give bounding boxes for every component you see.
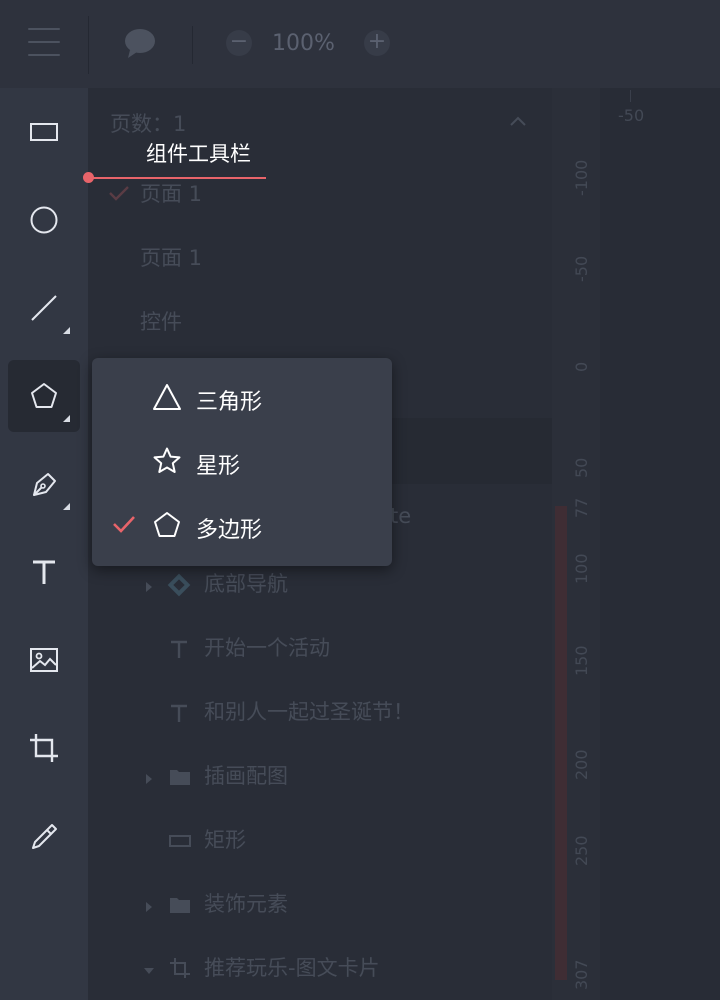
check-icon [109,186,129,201]
artboard-icon [170,958,190,978]
text-layer-icon [171,640,187,658]
tooltip-pointer-line [88,177,266,179]
ruler-label: 100 [572,553,591,584]
ruler-label: 250 [572,835,591,866]
eyedropper-tool[interactable] [8,800,80,872]
submenu-indicator [63,415,70,422]
polygon-tool[interactable] [8,360,80,432]
layer-partial-text: te [390,504,412,528]
pentagon-icon [154,512,180,537]
text-tool[interactable] [8,536,80,608]
crop-icon [30,734,58,762]
ruler-tick [630,90,631,102]
layer-label: 插画配图 [204,764,288,788]
star-icon [153,447,181,473]
ruler-label: -50 [618,106,645,125]
rectangle-tool[interactable] [8,96,80,168]
top-bar: − 100% + [0,0,720,88]
image-tool[interactable] [8,624,80,696]
line-tool[interactable] [8,272,80,344]
zoom-in-button[interactable]: + [364,30,390,56]
rectangle-layer-icon [169,835,191,847]
ellipse-tool[interactable] [8,184,80,256]
section-title: 控件 [140,310,182,334]
dropdown-item-label: 多边形 [196,518,263,543]
dropdown-item-label: 星形 [196,454,241,479]
layer-label: 矩形 [204,828,246,852]
toolbar-tooltip: 组件工具栏 [146,142,251,166]
zoom-level[interactable]: 100% [272,30,348,58]
ruler-label: 0 [572,361,591,372]
comment-icon[interactable] [122,26,160,62]
chevron-down-icon[interactable] [142,966,156,976]
component-icon [167,573,191,597]
check-icon [113,516,135,533]
tooltip-pointer-dot [83,172,94,183]
canvas[interactable] [600,128,720,1000]
pen-icon [33,473,56,496]
horizontal-ruler: -50 [600,88,720,128]
text-icon [33,560,55,584]
dropdown-item-polygon[interactable]: 多边形 [92,494,392,558]
page-item[interactable]: 页面 1 [140,178,202,208]
layer-row[interactable]: 底部导航 [88,566,552,606]
layer-row[interactable]: 插画配图 [88,758,552,798]
submenu-indicator [63,327,70,334]
selection-band [555,506,567,980]
layer-label: 推荐玩乐-图文卡片 [204,956,380,980]
component-toolbar [0,88,88,1000]
layer-label: 和别人一起过圣诞节！ [204,700,414,724]
ruler-label: 150 [572,645,591,676]
zoom-out-button[interactable]: − [226,30,252,56]
page-item[interactable]: 页面 1 [140,242,202,272]
ruler-label: 200 [572,749,591,780]
triangle-icon [153,384,181,410]
chevron-right-icon[interactable] [144,772,154,786]
divider [192,26,193,64]
dropdown-item-triangle[interactable]: 三角形 [92,366,392,430]
submenu-indicator [63,503,70,510]
chevron-right-icon[interactable] [144,900,154,914]
layer-row[interactable]: 开始一个活动 [88,630,552,670]
rectangle-icon [30,123,58,141]
layer-row[interactable]: 矩形 [88,822,552,862]
line-icon [31,295,57,321]
folder-icon [170,898,190,913]
pen-tool[interactable] [8,448,80,520]
ruler-label: -50 [572,255,591,282]
dropdown-item-star[interactable]: 星形 [92,430,392,494]
dropdown-item-label: 三角形 [196,390,263,415]
folder-icon [170,770,190,785]
ruler-label: 50 [572,457,591,478]
crop-tool[interactable] [8,712,80,784]
menu-icon[interactable] [28,28,60,58]
shape-dropdown: 三角形 星形 多边形 [92,358,392,566]
layer-row[interactable]: 和别人一起过圣诞节！ [88,694,552,734]
layer-label: 装饰元素 [204,892,288,916]
ruler-label: -100 [572,159,591,196]
layer-row[interactable]: 装饰元素 [88,886,552,926]
chevron-right-icon[interactable] [144,580,154,594]
ruler-label: 307 [572,959,591,990]
divider [88,16,89,74]
eyedropper-icon [32,824,57,849]
chevron-up-icon[interactable] [508,114,528,128]
page-count: 页数：1 [110,112,187,136]
layer-row[interactable]: 推荐玩乐-图文卡片 [88,950,552,990]
layer-label: 开始一个活动 [204,636,330,660]
ruler-label: 77 [572,497,591,518]
image-icon [30,648,58,672]
pentagon-icon [31,383,57,408]
layer-label: 底部导航 [204,572,288,596]
circle-icon [30,206,58,234]
panel-highlight [388,418,554,484]
text-layer-icon [171,704,187,722]
